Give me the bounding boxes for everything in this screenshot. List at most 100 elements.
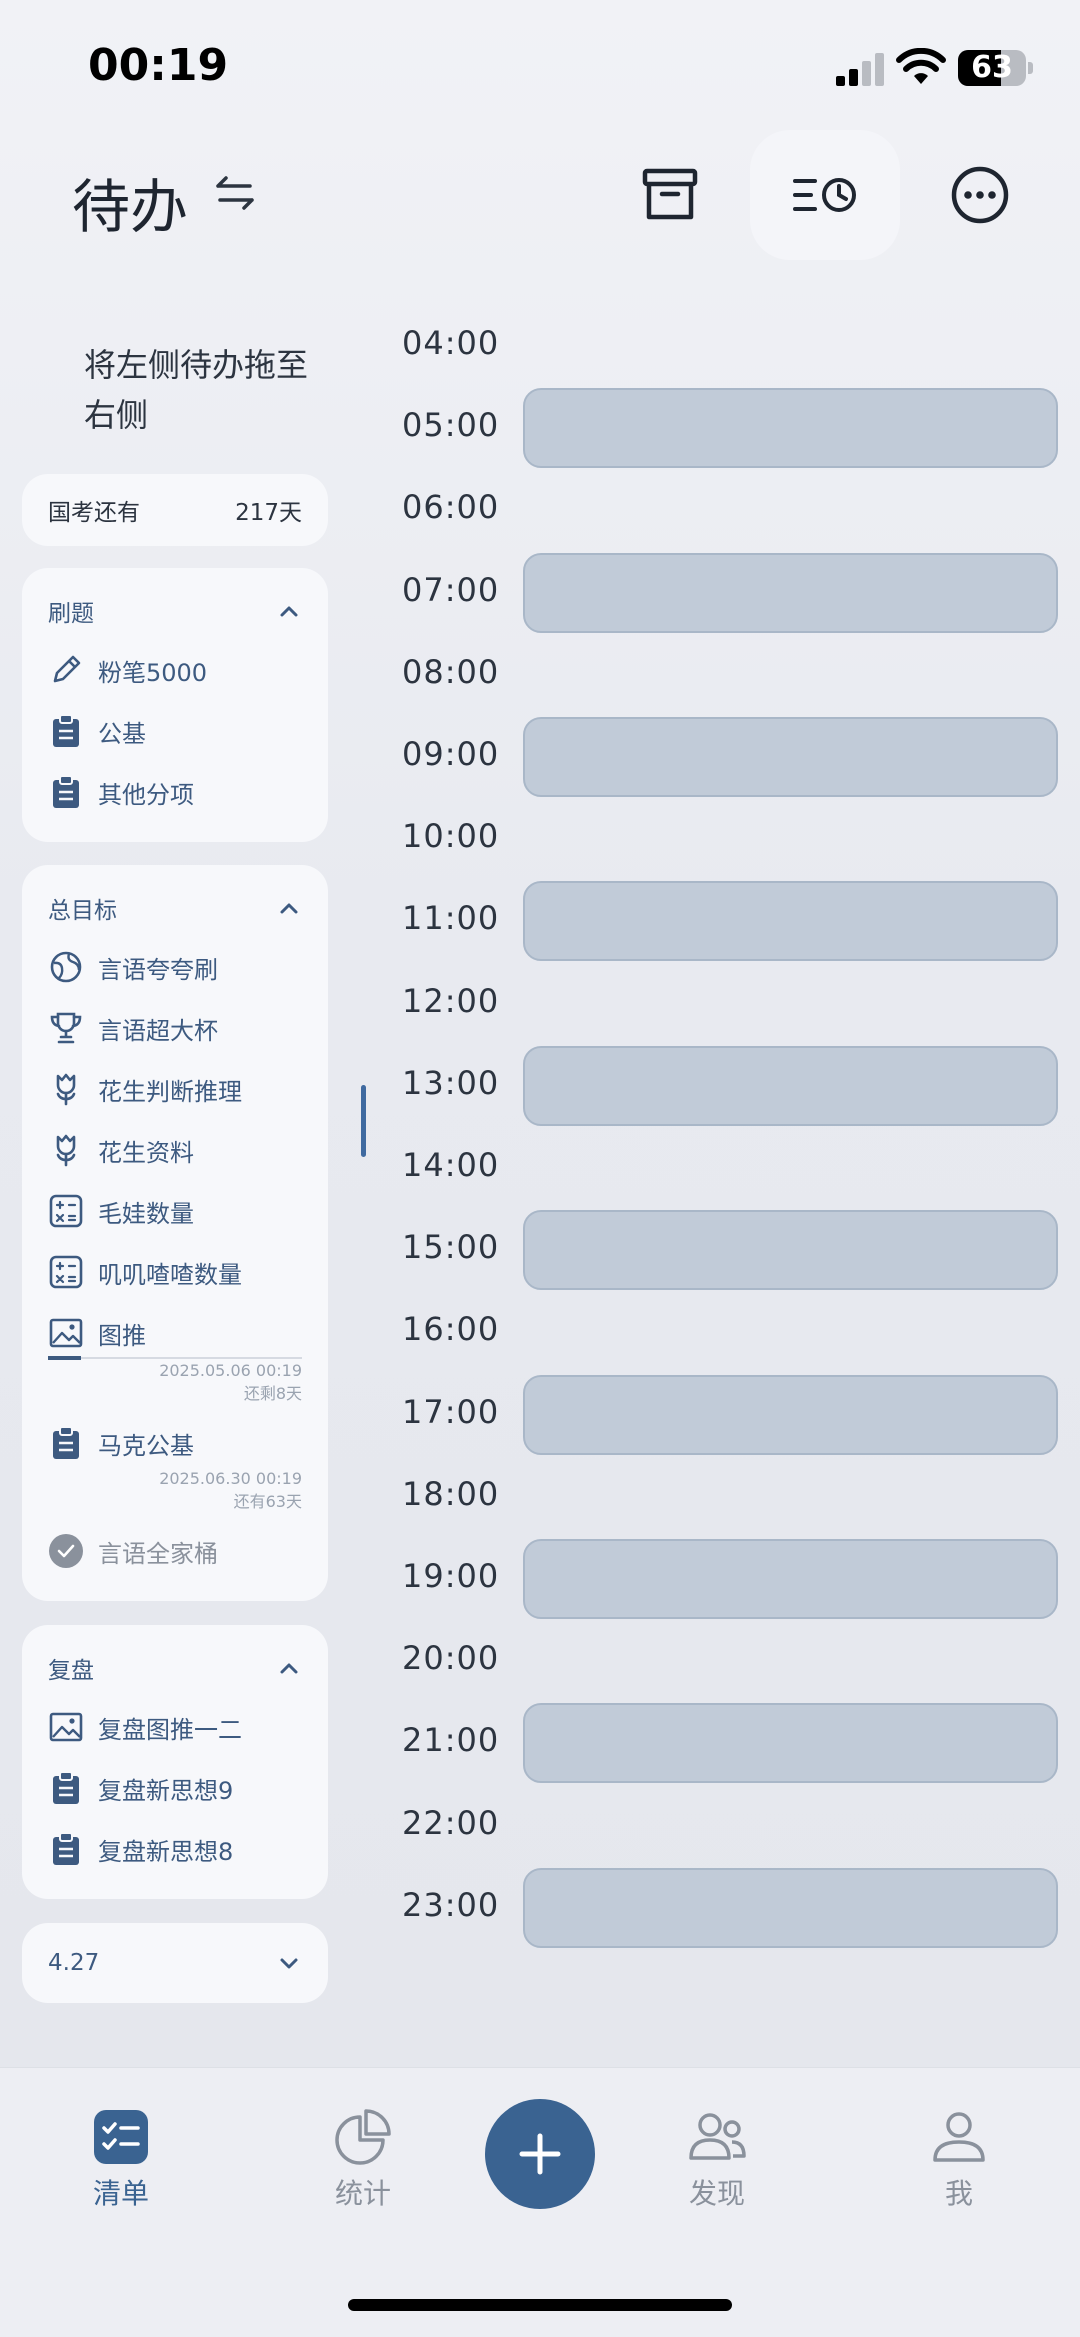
todo-item[interactable]: 言语超大杯 — [48, 1010, 308, 1046]
group-title: 4.27 — [48, 1950, 100, 1976]
more-icon — [951, 166, 1009, 224]
todo-item[interactable]: 粉笔5000 — [48, 652, 308, 688]
todo-label: 公基 — [98, 719, 146, 748]
status-time: 00:19 — [88, 40, 229, 91]
todo-label: 花生判断推理 — [98, 1077, 242, 1106]
timeline-hour-label: 06:00 — [402, 488, 500, 527]
todo-label: 花生资料 — [98, 1138, 194, 1167]
todo-label: 言语全家桶 — [98, 1539, 218, 1568]
todo-item[interactable]: 叽叽喳喳数量 — [48, 1254, 308, 1290]
timeline-slot[interactable] — [523, 1210, 1058, 1291]
more-options-button[interactable] — [905, 130, 1055, 260]
timeline-hour-label: 05:00 — [402, 406, 500, 445]
globe-icon — [48, 949, 84, 985]
swap-icon[interactable] — [212, 170, 258, 216]
archive-icon — [642, 168, 698, 220]
todo-item[interactable]: 花生资料 — [48, 1132, 308, 1168]
group-card-collapsed: 4.27 — [22, 1923, 328, 2003]
todo-item[interactable]: 毛娃数量 — [48, 1193, 308, 1229]
status-bar: 00:19 63 — [0, 0, 1080, 130]
timeline-slot[interactable] — [523, 881, 1058, 962]
timeline-hour-label: 12:00 — [402, 981, 500, 1020]
todo-item-completed[interactable]: 言语全家桶 — [48, 1533, 308, 1569]
tab-label: 清单 — [92, 2177, 149, 2210]
resize-handle[interactable] — [361, 1085, 366, 1157]
timeline-slot[interactable] — [523, 1374, 1058, 1455]
deadline-date: 2025.06.30 00:19 — [159, 1469, 302, 1488]
timeline-hour-label: 08:00 — [402, 652, 500, 691]
check-circle-icon[interactable] — [48, 1533, 84, 1569]
timeline-hour-label: 07:00 — [402, 570, 500, 609]
calculator-icon — [48, 1254, 84, 1290]
tab-discover[interactable]: 发现 — [652, 2108, 782, 2212]
timeline-hour-label: 23:00 — [402, 1885, 500, 1924]
group-title: 总目标 — [48, 898, 117, 924]
clipboard-icon — [48, 1770, 84, 1806]
clipboard-icon — [48, 774, 84, 810]
todo-item[interactable]: 其他分项 — [48, 774, 308, 810]
timeline-slot[interactable] — [523, 1045, 1058, 1126]
chevron-up-icon[interactable] — [276, 1655, 302, 1681]
tab-list[interactable]: 清单 — [56, 2108, 186, 2212]
archive-button[interactable] — [595, 130, 745, 260]
group-header[interactable]: 刷题 — [48, 568, 302, 654]
timeline-slot[interactable] — [523, 1703, 1058, 1784]
chevron-up-icon[interactable] — [276, 598, 302, 624]
group-title: 刷题 — [48, 601, 94, 627]
todo-item[interactable]: 花生判断推理 — [48, 1071, 308, 1107]
todo-label: 毛娃数量 — [98, 1199, 194, 1228]
home-indicator — [348, 2299, 732, 2311]
drag-hint: 将左侧待办拖至右侧 — [84, 346, 309, 434]
timeline-hour-label: 17:00 — [402, 1392, 500, 1431]
chevron-down-icon[interactable] — [276, 1950, 302, 1976]
battery-percent: 63 — [971, 50, 1013, 85]
todo-label: 复盘新思想9 — [98, 1776, 234, 1805]
trophy-icon — [48, 1010, 84, 1046]
timeline-slot[interactable] — [523, 1539, 1058, 1619]
progress-fill — [48, 1356, 82, 1360]
timeline-view-button[interactable] — [750, 130, 900, 260]
list-clock-icon — [793, 178, 856, 212]
todo-label: 其他分项 — [98, 780, 194, 809]
timeline-hour-label: 14:00 — [402, 1146, 500, 1184]
timeline-slot[interactable] — [523, 717, 1058, 797]
timeline-hour-label: 15:00 — [402, 1228, 500, 1267]
tab-label: 我 — [944, 2177, 973, 2210]
timeline-hour-label: 20:00 — [402, 1639, 500, 1678]
timeline-slot[interactable] — [523, 1867, 1058, 1948]
tab-stats[interactable]: 统计 — [298, 2108, 428, 2212]
timeline-hour-label: 13:00 — [402, 1063, 500, 1102]
timeline-slot[interactable] — [523, 388, 1058, 469]
todo-label: 叽叽喳喳数量 — [98, 1260, 242, 1289]
todo-label: 言语夸夸刷 — [98, 955, 218, 984]
exam-countdown-card[interactable]: 国考还有 217天 — [22, 474, 328, 546]
chevron-up-icon[interactable] — [276, 895, 302, 921]
timeline-hour-label: 18:00 — [402, 1474, 500, 1513]
clipboard-icon — [48, 713, 84, 749]
todo-item[interactable]: 复盘新思想9 — [48, 1770, 308, 1806]
deadline-remaining: 还剩8天 — [243, 1384, 302, 1403]
todo-item[interactable]: 复盘图推一二 — [48, 1709, 308, 1745]
timeline-slot[interactable] — [523, 552, 1058, 633]
todo-deadline: 2025.06.30 00:19 还有63天 — [159, 1467, 302, 1513]
timeline-hour-label: 22:00 — [402, 1803, 500, 1842]
add-button[interactable] — [485, 2099, 595, 2209]
tab-me[interactable]: 我 — [894, 2108, 1024, 2212]
group-card-goals: 总目标 言语夸夸刷 言语超大杯 花生判断推理 花生资料 毛娃数量 叽叽喳喳数量 … — [22, 865, 328, 1601]
countdown-label: 国考还有 — [48, 500, 140, 526]
todo-item[interactable]: 图推 — [48, 1315, 308, 1351]
todo-label: 马克公基 — [98, 1431, 194, 1460]
group-header[interactable]: 4.27 — [48, 1923, 302, 2003]
plus-icon — [519, 2133, 561, 2175]
group-header[interactable]: 总目标 — [48, 865, 302, 951]
flower-icon — [48, 1071, 84, 1107]
todo-item[interactable]: 复盘新思想8 — [48, 1831, 308, 1867]
group-card-review: 复盘 复盘图推一二 复盘新思想9 复盘新思想8 — [22, 1625, 328, 1899]
todo-label: 图推 — [98, 1321, 146, 1350]
timeline-hour-label: 11:00 — [402, 899, 500, 938]
todo-item[interactable]: 马克公基 — [48, 1425, 308, 1461]
group-header[interactable]: 复盘 — [48, 1625, 302, 1711]
todo-item[interactable]: 公基 — [48, 713, 308, 749]
timeline-hour-label: 16:00 — [402, 1310, 500, 1349]
todo-item[interactable]: 言语夸夸刷 — [48, 949, 308, 985]
